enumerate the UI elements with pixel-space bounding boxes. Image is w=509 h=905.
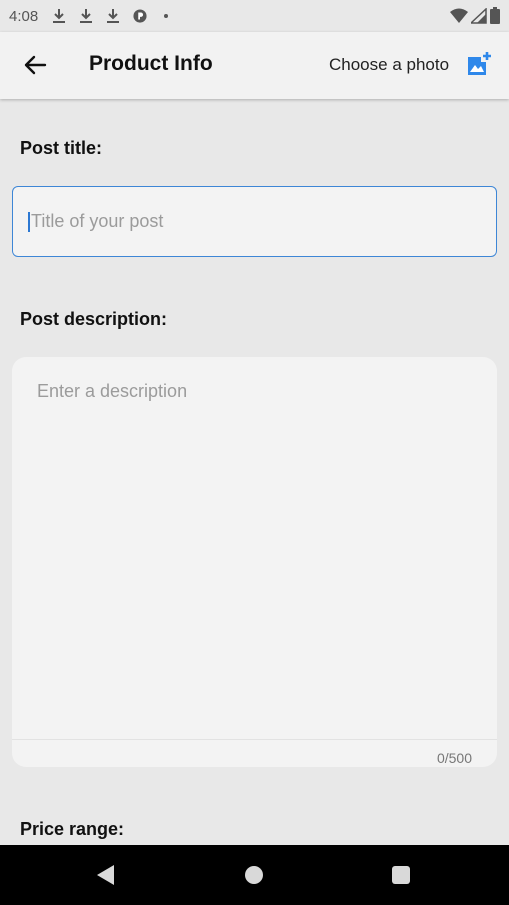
post-description-label: Post description: bbox=[20, 309, 168, 329]
post-title-placeholder: Title of your post bbox=[31, 211, 164, 231]
signal-icon bbox=[471, 7, 487, 24]
dot-icon bbox=[164, 14, 169, 18]
back-button[interactable] bbox=[20, 52, 50, 78]
arrow-left-icon bbox=[24, 55, 47, 75]
screen: 4:08 Product Info Choose a photo Post ti… bbox=[0, 0, 509, 905]
wifi-icon bbox=[450, 8, 468, 23]
choose-photo-button[interactable]: Choose a photo bbox=[329, 55, 449, 75]
status-icons-right bbox=[450, 7, 500, 24]
battery-icon bbox=[490, 7, 500, 24]
download-icon bbox=[52, 8, 66, 24]
post-description-placeholder: Enter a description bbox=[37, 381, 188, 401]
nav-back-icon[interactable] bbox=[97, 865, 114, 885]
app-bar: Product Info Choose a photo bbox=[0, 32, 509, 99]
price-range-label: Price range: bbox=[20, 819, 125, 839]
nav-home-icon[interactable] bbox=[245, 866, 263, 884]
app-status-icon bbox=[133, 8, 147, 24]
system-nav-bar bbox=[0, 845, 509, 905]
text-cursor bbox=[28, 211, 30, 232]
add-photo-icon[interactable] bbox=[466, 51, 492, 77]
post-title-input[interactable]: Title of your post bbox=[12, 186, 497, 257]
post-description-input[interactable]: Enter a description 0/500 bbox=[12, 357, 497, 767]
description-underline bbox=[12, 739, 497, 740]
nav-recents-icon[interactable] bbox=[392, 866, 410, 884]
description-char-counter: 0/500 bbox=[436, 750, 472, 766]
download-icon bbox=[106, 8, 120, 24]
status-bar: 4:08 bbox=[0, 0, 509, 32]
status-time: 4:08 bbox=[9, 7, 39, 25]
post-title-label: Post title: bbox=[20, 138, 103, 158]
page-title: Product Info bbox=[89, 52, 213, 75]
download-icon bbox=[79, 8, 93, 24]
